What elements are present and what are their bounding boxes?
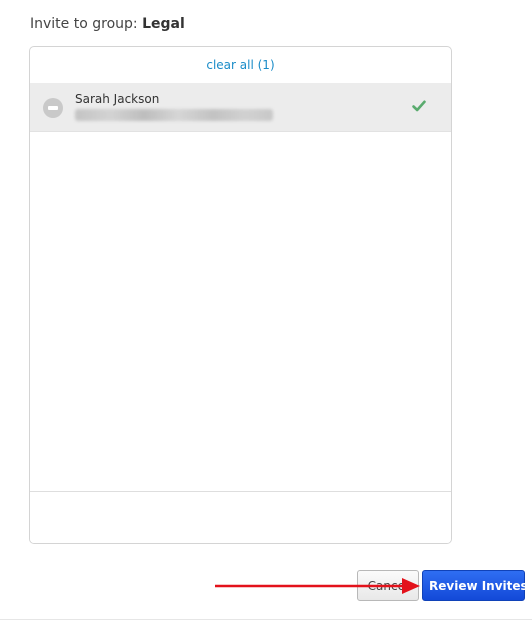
clear-all-link[interactable]: clear all (1) <box>206 57 274 73</box>
clear-all-label: clear all <box>206 58 254 72</box>
bottom-divider <box>0 619 532 620</box>
minus-circle-icon[interactable] <box>43 98 63 118</box>
invitee-email-redacted <box>75 109 273 121</box>
clear-all-count: (1) <box>257 58 275 72</box>
page-heading: Invite to group: Legal <box>30 14 185 34</box>
group-name: Legal <box>142 16 185 32</box>
panel-toolbar: clear all (1) <box>30 47 451 84</box>
invitee-list-panel: clear all (1) Sarah Jackson <box>29 46 452 544</box>
check-icon <box>412 100 426 112</box>
panel-footer <box>30 491 451 543</box>
red-arrow-annotation <box>215 578 420 594</box>
invitee-name: Sarah Jackson <box>75 92 160 106</box>
invite-dialog: Invite to group: Legal clear all (1) Sar… <box>0 0 532 624</box>
heading-prefix: Invite to group: <box>30 16 138 32</box>
invitee-row: Sarah Jackson <box>30 83 451 132</box>
review-invites-button[interactable]: Review Invites <box>422 570 528 601</box>
